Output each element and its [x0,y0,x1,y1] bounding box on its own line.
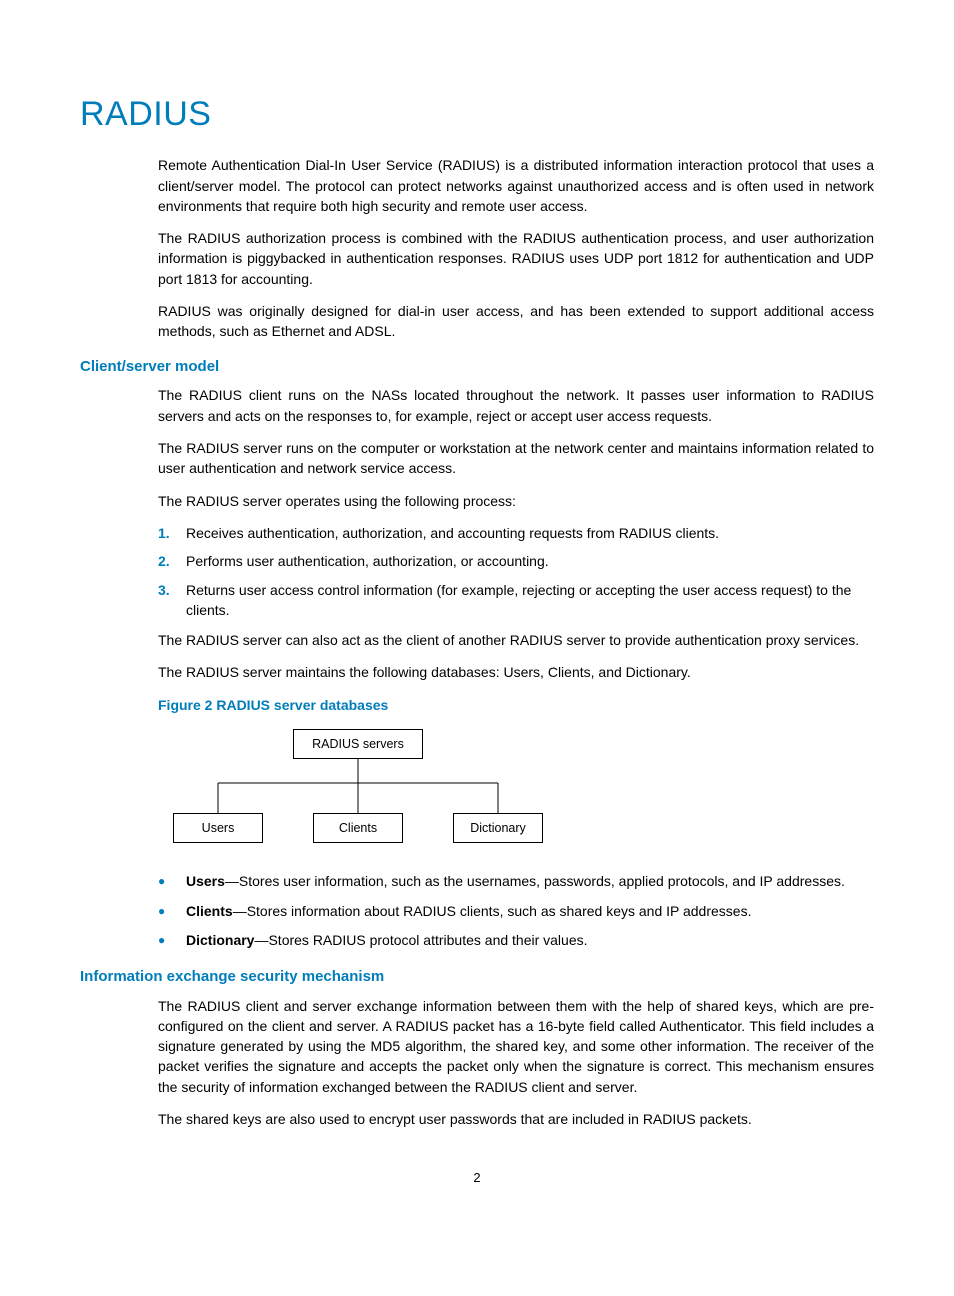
figure-caption: Figure 2 RADIUS server databases [158,695,874,715]
bullet-icon: ● [158,871,186,893]
step-number: 1. [158,523,186,543]
bullet-text: Dictionary—Stores RADIUS protocol attrib… [186,930,874,952]
step-text: Returns user access control information … [186,580,874,621]
diagram-box-dictionary: Dictionary [453,813,543,843]
bullet-text: Clients—Stores information about RADIUS … [186,901,874,923]
step-text: Receives authentication, authorization, … [186,523,719,543]
section-heading-security: Information exchange security mechanism [80,966,874,988]
intro-para: RADIUS was originally designed for dial-… [158,301,874,342]
body-para: The RADIUS client runs on the NASs locat… [158,385,874,426]
intro-para: Remote Authentication Dial-In User Servi… [158,155,874,216]
step-number: 2. [158,551,186,571]
body-para: The RADIUS server runs on the computer o… [158,438,874,479]
list-item: ● Clients—Stores information about RADIU… [158,901,874,923]
bullet-text: Users—Stores user information, such as t… [186,871,874,893]
list-item: ● Dictionary—Stores RADIUS protocol attr… [158,930,874,952]
page-title: RADIUS [80,90,874,139]
bullet-icon: ● [158,901,186,923]
body-para: The RADIUS server operates using the fol… [158,491,874,511]
page-number: 2 [80,1169,874,1188]
list-item: ● Users—Stores user information, such as… [158,871,874,893]
body-para: The shared keys are also used to encrypt… [158,1109,874,1129]
list-item: 1.Receives authentication, authorization… [158,523,874,543]
section-heading-client-server: Client/server model [80,356,874,378]
list-item: 2.Performs user authentication, authoriz… [158,551,874,571]
intro-para: The RADIUS authorization process is comb… [158,228,874,289]
diagram-radius-databases: RADIUS servers Users Clients Dictionary [158,725,578,855]
body-para: The RADIUS server can also act as the cl… [158,630,874,650]
step-number: 3. [158,580,186,621]
list-item: 3.Returns user access control informatio… [158,580,874,621]
diagram-box-users: Users [173,813,263,843]
bullet-icon: ● [158,930,186,952]
body-para: The RADIUS client and server exchange in… [158,996,874,1097]
body-para: The RADIUS server maintains the followin… [158,662,874,682]
step-text: Performs user authentication, authorizat… [186,551,549,571]
diagram-box-clients: Clients [313,813,403,843]
diagram-box-top: RADIUS servers [293,729,423,759]
